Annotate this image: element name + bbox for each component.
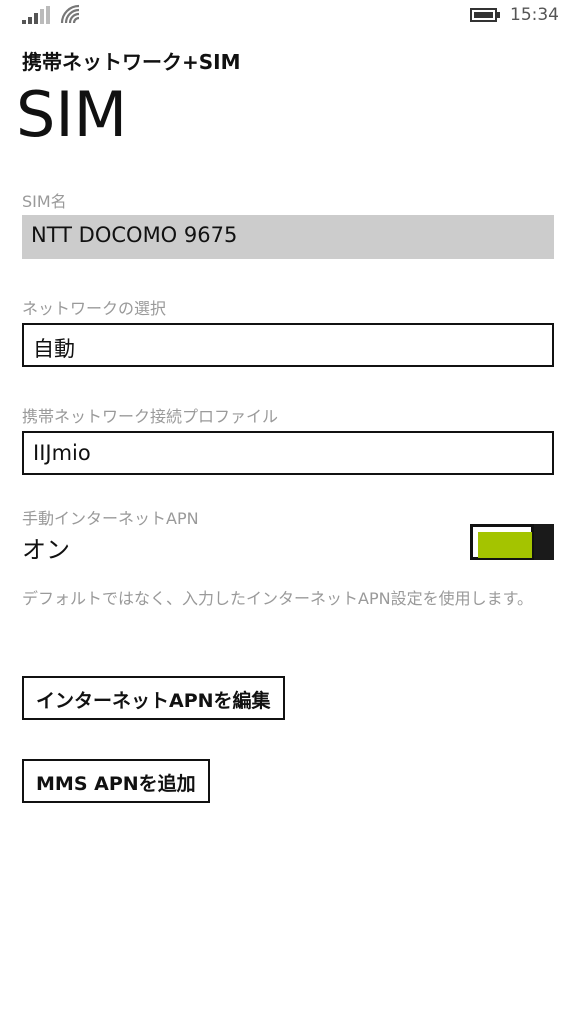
edit-internet-apn-button[interactable]: インターネットAPNを編集 [22, 676, 285, 720]
wifi-icon [60, 4, 80, 24]
profile-label: 携帯ネットワーク接続プロファイル [22, 407, 279, 426]
sim-name-field[interactable]: NTT DOCOMO 9675 [22, 215, 554, 259]
manual-apn-label: 手動インターネットAPN [22, 509, 199, 528]
network-selection-picker[interactable]: 自動 [22, 323, 554, 367]
network-selection-label: ネットワークの選択 [22, 299, 167, 318]
battery-icon [470, 8, 500, 22]
clock: 15:34 [510, 5, 559, 25]
signal-bars-icon [22, 6, 50, 24]
toggle-thumb[interactable] [534, 524, 554, 560]
toggle-fill [478, 532, 532, 558]
manual-apn-state: オン [22, 536, 70, 564]
manual-apn-description: デフォルトではなく、入力したインターネットAPN設定を使用します。 [22, 589, 533, 608]
manual-apn-toggle[interactable] [470, 524, 554, 560]
page-title: SIM [16, 78, 128, 151]
add-mms-apn-button[interactable]: MMS APNを追加 [22, 759, 210, 803]
sim-name-label: SIM名 [22, 192, 67, 211]
app-title: 携帯ネットワーク+SIM [22, 50, 241, 74]
profile-picker[interactable]: IIJmio [22, 431, 554, 475]
status-bar: 15:34 [0, 0, 576, 34]
toggle-track [470, 524, 534, 560]
